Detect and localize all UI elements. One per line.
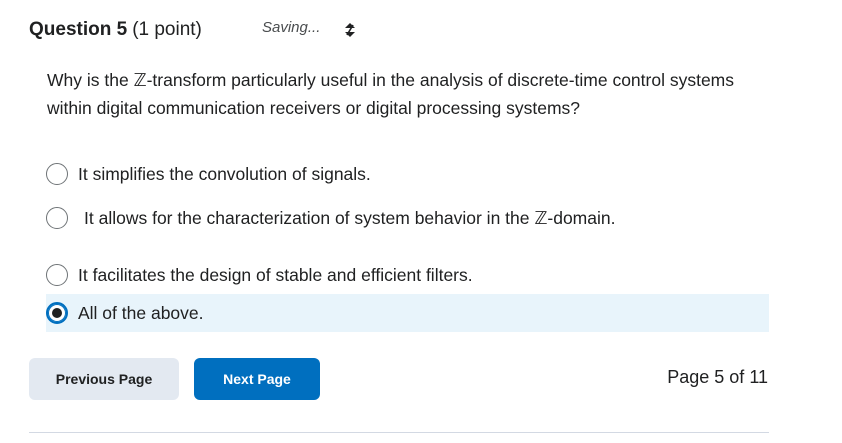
page-indicator: Page 5 of 11 bbox=[667, 367, 768, 387]
previous-page-button[interactable]: Previous Page bbox=[29, 358, 179, 400]
answer-option-label: It allows for the characterization of sy… bbox=[84, 207, 616, 228]
answer-option-label: All of the above. bbox=[78, 302, 204, 323]
question-points: (1 point) bbox=[132, 19, 202, 40]
radio-button-icon[interactable] bbox=[46, 207, 68, 229]
question-header: Question 5 (1 point) bbox=[29, 17, 202, 43]
answer-option-4[interactable]: All of the above. bbox=[46, 302, 204, 324]
sync-icon bbox=[345, 23, 355, 37]
question-title: Question 5 bbox=[29, 19, 128, 40]
saving-status: Saving... bbox=[262, 19, 321, 36]
divider bbox=[29, 432, 769, 433]
radio-button-icon[interactable] bbox=[46, 302, 68, 324]
radio-button-icon[interactable] bbox=[46, 163, 68, 185]
answer-option-3[interactable]: It facilitates the design of stable and … bbox=[46, 264, 473, 286]
answer-option-1[interactable]: It simplifies the convolution of signals… bbox=[46, 163, 371, 185]
question-text: Why is the ℤ-transform particularly usef… bbox=[47, 70, 735, 118]
answer-option-2[interactable]: It allows for the characterization of sy… bbox=[46, 207, 615, 229]
answer-option-label: It simplifies the convolution of signals… bbox=[78, 163, 371, 184]
radio-button-icon[interactable] bbox=[46, 264, 68, 286]
next-page-button[interactable]: Next Page bbox=[194, 358, 320, 400]
answer-option-label: It facilitates the design of stable and … bbox=[78, 264, 473, 285]
